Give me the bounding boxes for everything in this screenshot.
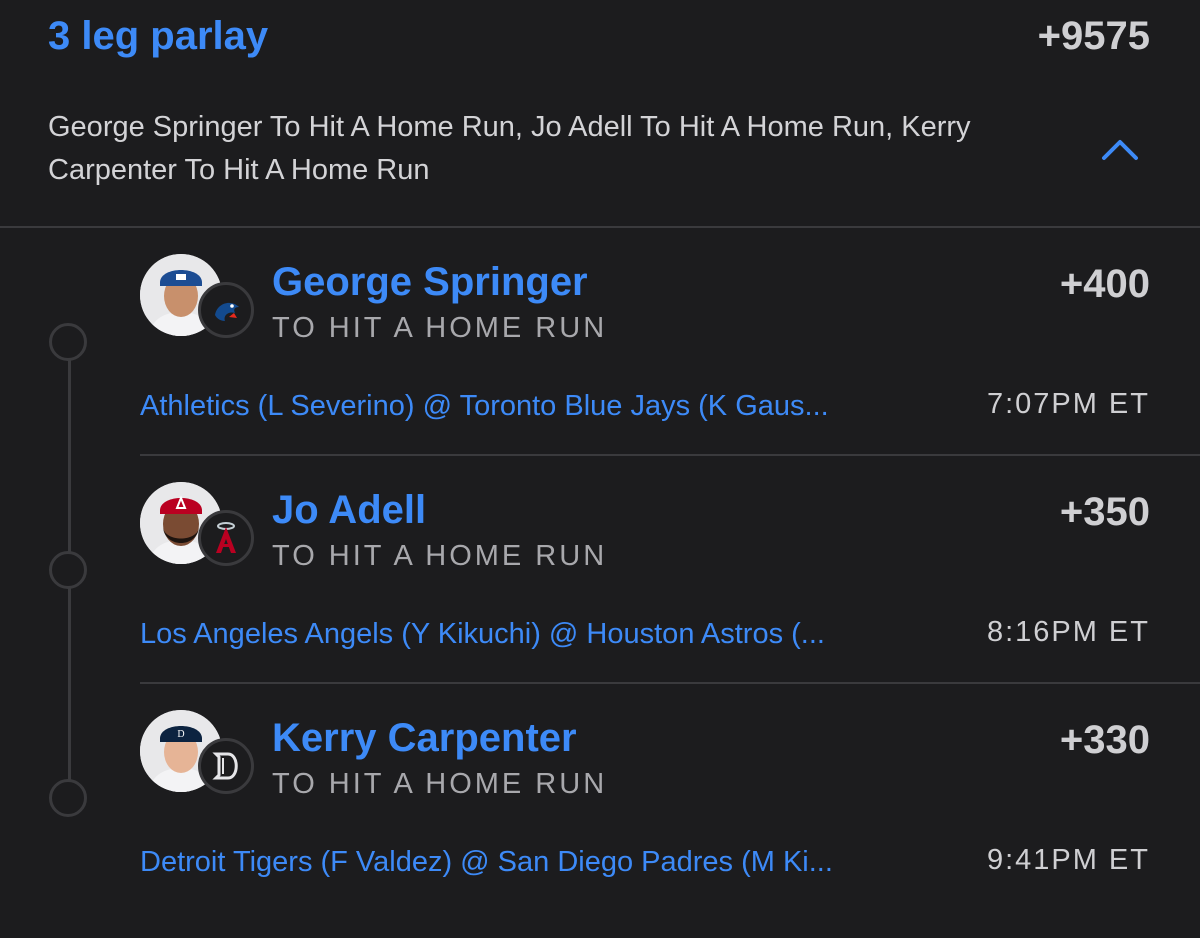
svg-text:D: D [177, 729, 184, 740]
parlay-leg-adell[interactable]: Jo Adell TO HIT A HOME RUN +350 Los Ange… [140, 482, 1150, 710]
timeline-node [49, 551, 87, 589]
market-label: TO HIT A HOME RUN [272, 312, 608, 344]
game-time: 8:16PM ET [986, 616, 1150, 648]
chevron-up-icon[interactable] [1096, 130, 1144, 166]
parlay-summary: George Springer To Hit A Home Run, Jo Ad… [48, 111, 971, 186]
leg-divider [140, 682, 1200, 684]
blue-jays-logo-icon [198, 282, 254, 338]
leg-divider [140, 454, 1200, 456]
game-time: 7:07PM ET [986, 388, 1150, 420]
angels-logo-icon [198, 510, 254, 566]
player-name[interactable]: Kerry Carpenter [272, 716, 577, 761]
leg-odds: +350 [1059, 490, 1150, 534]
leg-odds: +330 [1059, 718, 1150, 762]
parlay-leg-carpenter[interactable]: D Kerry Carpenter TO HIT A HOME RUN +330… [140, 710, 1150, 938]
game-matchup-link[interactable]: Los Angeles Angels (Y Kikuchi) @ Houston… [140, 618, 825, 651]
parlay-title: 3 leg parlay [48, 14, 269, 58]
market-label: TO HIT A HOME RUN [272, 540, 608, 572]
market-label: TO HIT A HOME RUN [272, 768, 608, 800]
game-matchup-link[interactable]: Athletics (L Severino) @ Toronto Blue Ja… [140, 390, 829, 423]
tigers-logo-icon [198, 738, 254, 794]
header-divider [0, 226, 1200, 228]
parlay-header[interactable]: 3 leg parlay +9575 George Springer To Hi… [0, 0, 1200, 226]
game-matchup-link[interactable]: Detroit Tigers (F Valdez) @ San Diego Pa… [140, 846, 833, 879]
parlay-leg-springer[interactable]: George Springer TO HIT A HOME RUN +400 A… [140, 254, 1150, 482]
timeline-node [49, 323, 87, 361]
player-name[interactable]: George Springer [272, 260, 588, 305]
timeline-node [49, 779, 87, 817]
parlay-odds: +9575 [1037, 14, 1150, 58]
game-time: 9:41PM ET [986, 844, 1150, 876]
player-name[interactable]: Jo Adell [272, 488, 426, 533]
leg-odds: +400 [1059, 262, 1150, 306]
